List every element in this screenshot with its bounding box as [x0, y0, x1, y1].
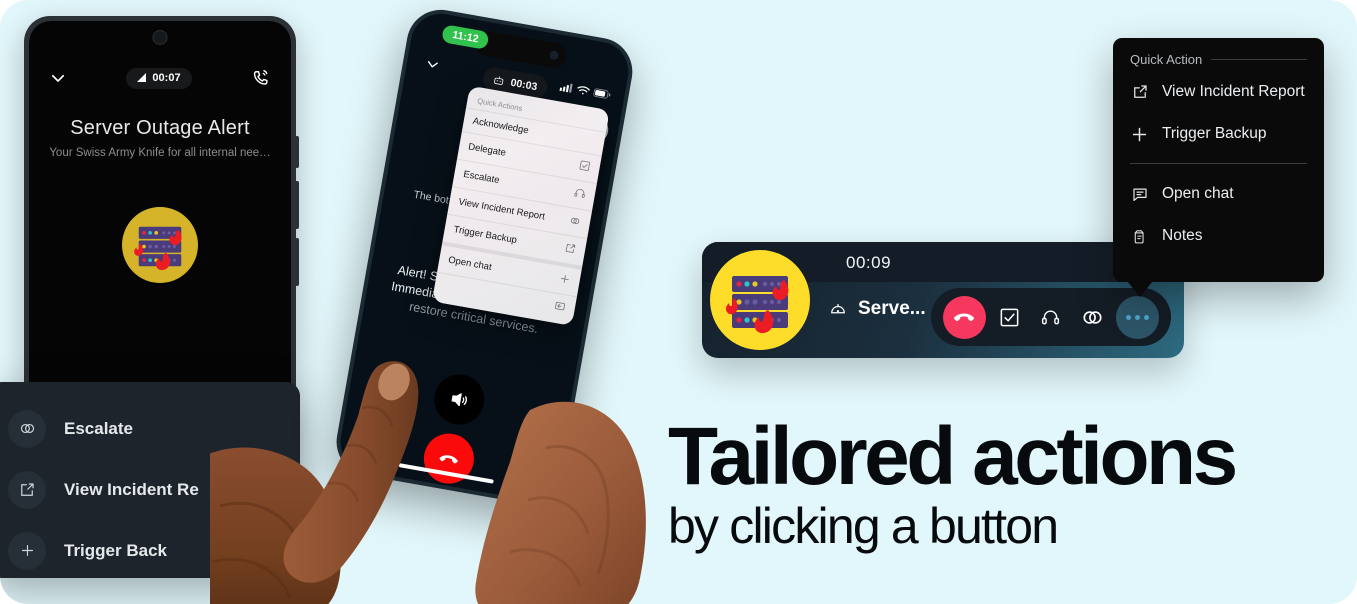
link-rings-icon	[8, 409, 46, 448]
check-box-icon	[577, 159, 591, 176]
panel-item-label: View Incident Report	[1162, 83, 1305, 100]
battery-icon	[593, 88, 611, 99]
left-card-item-trigger-backup[interactable]: Trigger Back	[0, 520, 300, 578]
iphone-status-icons	[559, 81, 611, 100]
call-bar-name-row: Serve...	[828, 298, 926, 320]
plus-icon	[557, 272, 571, 289]
iphone: 11:12 00:03 The bot Alert! Immediate res…	[331, 4, 638, 509]
server-fire-avatar	[122, 207, 198, 283]
iphone-screen: 11:12 00:03 The bot Alert! Immediate res…	[335, 9, 634, 505]
left-card-label: View Incident Re	[64, 479, 199, 499]
quick-action-panel-title: Quick Action	[1130, 52, 1203, 67]
call-forward-icon[interactable]	[251, 68, 271, 88]
samsung-call-timer: 00:07	[152, 72, 181, 84]
iphone-quick-actions-sheet: Quick Actions Acknowledge Delegate Escal…	[431, 85, 610, 326]
phone-volume-up-button[interactable]	[295, 181, 299, 229]
plus-icon	[8, 531, 46, 570]
plus-icon	[1130, 125, 1149, 144]
call-bar-timer: 00:09	[846, 253, 892, 272]
samsung-call-title: Server Outage Alert	[70, 117, 250, 139]
samsung-status-bar: 00:07	[29, 65, 291, 91]
left-quick-action-card: Escalate View Incident Re Trigger Back	[0, 382, 300, 578]
escalate-button[interactable]	[1075, 300, 1109, 334]
acknowledge-button[interactable]	[993, 300, 1027, 334]
quick-action-label: Open chat	[447, 254, 493, 274]
panel-item-notes[interactable]: Notes	[1113, 215, 1324, 257]
headline-block: Tailored actions by clicking a button	[668, 411, 1238, 555]
iphone-device-group: 11:12 00:03 The bot Alert! Immediate res…	[286, 0, 673, 546]
more-button[interactable]	[1116, 295, 1160, 339]
link-rings-icon	[1083, 310, 1102, 324]
quick-action-panel-header: Quick Action	[1113, 52, 1324, 71]
bot-icon	[831, 304, 845, 314]
chat-bubble-icon	[1130, 185, 1149, 203]
left-card-item-escalate[interactable]: Escalate	[0, 398, 300, 459]
front-camera-icon	[152, 30, 168, 45]
samsung-call-subtitle: Your Swiss Army Knife for all internal n…	[49, 147, 271, 159]
check-box-icon	[1000, 308, 1019, 326]
bot-icon	[494, 76, 504, 85]
hangup-icon	[954, 313, 975, 321]
delegate-button[interactable]	[1034, 300, 1068, 334]
quick-action-label: Delegate	[467, 141, 507, 159]
headline-primary: Tailored actions	[668, 411, 1238, 502]
panel-item-label: Trigger Backup	[1162, 125, 1267, 142]
panel-item-label: Notes	[1162, 227, 1203, 244]
cellular-icon	[559, 83, 573, 93]
front-camera-icon	[548, 50, 560, 61]
hangup-icon	[439, 455, 458, 464]
external-link-icon	[1130, 83, 1149, 101]
left-card-label: Trigger Back	[64, 540, 167, 560]
more-dots-icon	[1126, 314, 1132, 320]
panel-item-view-incident-report[interactable]: View Incident Report	[1113, 71, 1324, 113]
promo-banner: 00:07 Server Outage Alert Your Swiss Arm…	[0, 0, 1357, 604]
call-bar-name: Serve...	[858, 298, 926, 319]
panel-item-open-chat[interactable]: Open chat	[1113, 173, 1324, 215]
quick-action-label: Escalate	[462, 168, 501, 187]
speaker-icon	[451, 393, 468, 407]
panel-item-label: Open chat	[1162, 185, 1234, 202]
hangup-button[interactable]	[942, 295, 986, 339]
external-link-icon	[563, 242, 577, 259]
external-link-icon	[8, 470, 46, 509]
header-rule	[1211, 59, 1307, 60]
call-timer-pill: 00:07	[126, 67, 192, 89]
signal-icon	[137, 73, 147, 82]
headline-secondary: by clicking a button	[668, 498, 1059, 554]
phone-volume-down-button[interactable]	[295, 238, 299, 286]
chevron-down-icon[interactable]	[424, 56, 441, 73]
phone-side-button[interactable]	[295, 136, 299, 168]
quick-action-panel: Quick Action View Incident Report Trigge…	[1113, 38, 1324, 297]
chevron-down-icon[interactable]	[49, 69, 67, 87]
speaker-button[interactable]	[430, 370, 489, 429]
server-fire-avatar	[710, 250, 810, 350]
panel-item-trigger-backup[interactable]: Trigger Backup	[1113, 113, 1324, 155]
call-bar-widget: 00:09 Serve...	[702, 242, 1184, 358]
iphone-clock: 11:12	[441, 24, 490, 50]
notes-icon	[1130, 228, 1149, 245]
panel-pointer-tail	[1127, 281, 1153, 297]
left-card-label: Escalate	[64, 418, 133, 438]
enter-chat-icon	[552, 300, 566, 317]
quick-action-label: Trigger Backup	[452, 224, 518, 247]
left-card-item-view-incident-report[interactable]: View Incident Re	[0, 459, 300, 520]
dynamic-island	[473, 29, 569, 70]
link-rings-icon	[568, 214, 582, 231]
headset-icon	[1042, 310, 1060, 324]
wifi-icon	[577, 86, 590, 95]
iphone-call-timer: 00:03	[509, 76, 539, 93]
panel-divider	[1130, 163, 1307, 164]
headset-icon	[572, 186, 586, 203]
